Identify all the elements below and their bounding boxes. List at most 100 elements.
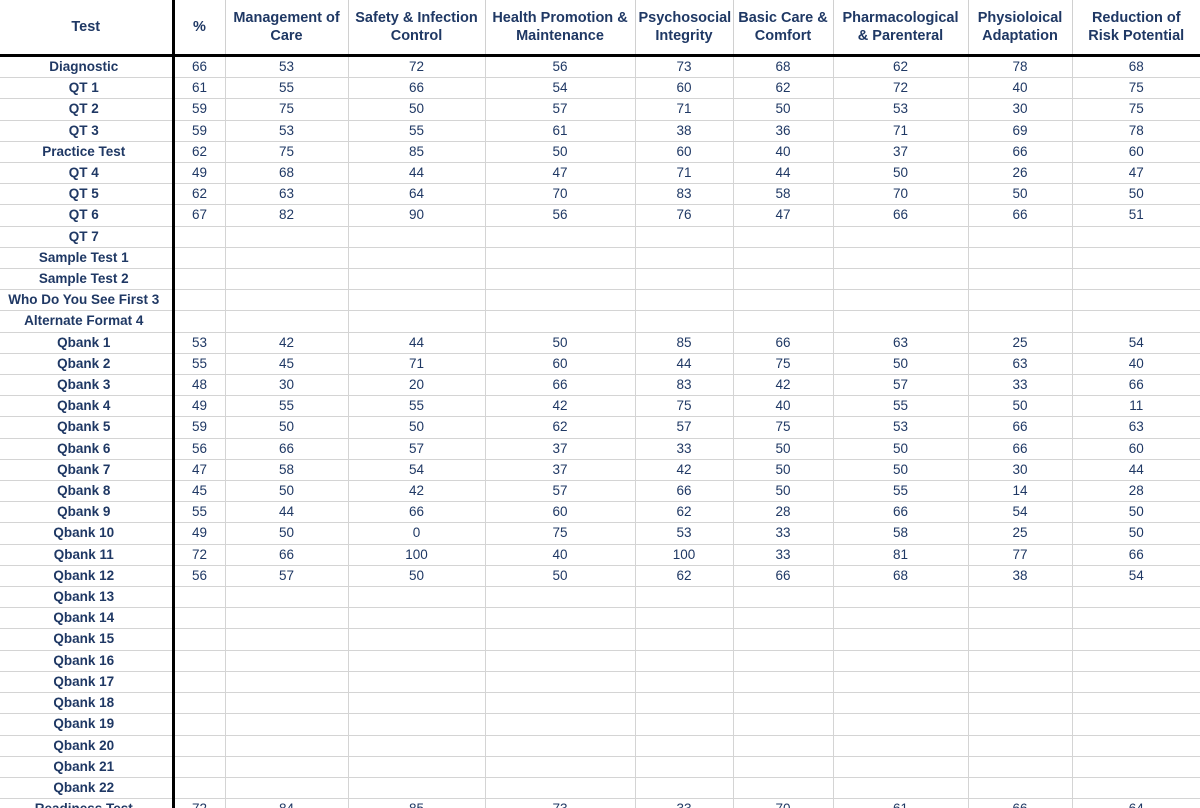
row-label[interactable]: Qbank 8 xyxy=(0,480,175,503)
row-label[interactable]: Qbank 5 xyxy=(0,416,175,439)
score-cell[interactable] xyxy=(635,777,734,800)
score-cell[interactable]: 55 xyxy=(348,120,486,142)
score-cell[interactable] xyxy=(833,671,969,694)
row-label[interactable]: Qbank 15 xyxy=(0,628,175,651)
score-cell[interactable]: 48 xyxy=(173,374,226,397)
score-cell[interactable] xyxy=(485,650,636,672)
score-cell[interactable]: 73 xyxy=(635,55,734,79)
column-header-1[interactable]: % xyxy=(173,0,226,57)
score-cell[interactable]: 57 xyxy=(485,98,636,121)
score-cell[interactable] xyxy=(635,713,734,736)
score-cell[interactable]: 82 xyxy=(225,204,349,227)
score-cell[interactable] xyxy=(485,777,636,800)
score-cell[interactable]: 50 xyxy=(733,459,834,482)
score-cell[interactable]: 63 xyxy=(1072,416,1200,439)
score-cell[interactable]: 61 xyxy=(833,798,969,808)
column-header-6[interactable]: Basic Care & Comfort xyxy=(733,0,834,57)
score-cell[interactable] xyxy=(485,607,636,630)
row-label[interactable]: QT 6 xyxy=(0,204,175,227)
row-label[interactable]: Qbank 18 xyxy=(0,692,175,715)
column-header-3[interactable]: Safety & Infection Control xyxy=(348,0,486,57)
score-cell[interactable] xyxy=(733,289,834,312)
score-cell[interactable]: 38 xyxy=(968,565,1073,588)
score-cell[interactable]: 66 xyxy=(225,438,349,460)
score-cell[interactable]: 47 xyxy=(485,162,636,185)
score-cell[interactable] xyxy=(968,226,1073,248)
score-cell[interactable] xyxy=(485,713,636,736)
score-cell[interactable] xyxy=(173,247,226,270)
row-label[interactable]: Qbank 20 xyxy=(0,735,175,757)
score-cell[interactable]: 47 xyxy=(733,204,834,227)
score-cell[interactable] xyxy=(833,650,969,672)
score-cell[interactable] xyxy=(968,289,1073,312)
score-cell[interactable]: 72 xyxy=(173,798,226,808)
score-cell[interactable] xyxy=(833,247,969,270)
score-cell[interactable]: 72 xyxy=(833,77,969,100)
row-label[interactable]: Qbank 9 xyxy=(0,501,175,524)
score-cell[interactable] xyxy=(833,268,969,291)
score-cell[interactable]: 85 xyxy=(635,332,734,354)
score-cell[interactable]: 66 xyxy=(968,141,1073,164)
score-cell[interactable]: 60 xyxy=(485,353,636,376)
row-label[interactable]: Qbank 7 xyxy=(0,459,175,482)
score-cell[interactable]: 83 xyxy=(635,183,734,206)
score-cell[interactable]: 53 xyxy=(635,522,734,545)
row-label[interactable]: Qbank 14 xyxy=(0,607,175,630)
score-cell[interactable] xyxy=(833,628,969,651)
score-cell[interactable] xyxy=(833,735,969,757)
score-cell[interactable] xyxy=(348,756,486,778)
score-cell[interactable]: 42 xyxy=(225,332,349,354)
score-cell[interactable] xyxy=(485,586,636,609)
score-cell[interactable]: 42 xyxy=(733,374,834,397)
score-cell[interactable] xyxy=(1072,310,1200,333)
row-label[interactable]: QT 2 xyxy=(0,98,175,121)
column-header-2[interactable]: Management of Care xyxy=(225,0,349,57)
score-cell[interactable] xyxy=(1072,586,1200,609)
score-cell[interactable] xyxy=(833,756,969,778)
score-cell[interactable] xyxy=(733,628,834,651)
score-cell[interactable]: 50 xyxy=(733,98,834,121)
score-cell[interactable] xyxy=(733,777,834,800)
score-cell[interactable] xyxy=(733,713,834,736)
score-cell[interactable]: 62 xyxy=(833,55,969,79)
score-cell[interactable]: 53 xyxy=(225,55,349,79)
score-cell[interactable]: 56 xyxy=(485,55,636,79)
row-label[interactable]: Qbank 16 xyxy=(0,650,175,672)
score-cell[interactable] xyxy=(485,628,636,651)
score-cell[interactable]: 50 xyxy=(733,438,834,460)
score-cell[interactable]: 66 xyxy=(348,501,486,524)
score-cell[interactable]: 44 xyxy=(635,353,734,376)
score-cell[interactable] xyxy=(173,650,226,672)
score-cell[interactable] xyxy=(635,289,734,312)
score-cell[interactable] xyxy=(173,713,226,736)
row-label[interactable]: Sample Test 1 xyxy=(0,247,175,270)
score-cell[interactable]: 62 xyxy=(635,501,734,524)
score-cell[interactable]: 66 xyxy=(733,565,834,588)
score-cell[interactable]: 70 xyxy=(733,798,834,808)
score-cell[interactable]: 66 xyxy=(173,55,226,79)
score-cell[interactable]: 66 xyxy=(1072,544,1200,566)
score-cell[interactable] xyxy=(968,310,1073,333)
score-cell[interactable]: 57 xyxy=(225,565,349,588)
score-cell[interactable] xyxy=(833,692,969,715)
score-cell[interactable]: 55 xyxy=(833,480,969,503)
score-cell[interactable] xyxy=(1072,226,1200,248)
score-cell[interactable] xyxy=(485,756,636,778)
score-cell[interactable] xyxy=(635,735,734,757)
score-cell[interactable]: 75 xyxy=(733,353,834,376)
score-cell[interactable] xyxy=(1072,777,1200,800)
score-cell[interactable] xyxy=(733,650,834,672)
score-cell[interactable]: 50 xyxy=(225,416,349,439)
column-header-7[interactable]: Pharmacological & Parenteral xyxy=(833,0,969,57)
score-cell[interactable]: 44 xyxy=(348,162,486,185)
score-cell[interactable] xyxy=(173,268,226,291)
score-cell[interactable]: 33 xyxy=(635,798,734,808)
score-cell[interactable]: 60 xyxy=(635,141,734,164)
score-cell[interactable] xyxy=(733,692,834,715)
score-cell[interactable] xyxy=(485,671,636,694)
score-cell[interactable]: 68 xyxy=(1072,55,1200,79)
score-cell[interactable]: 77 xyxy=(968,544,1073,566)
score-cell[interactable] xyxy=(1072,735,1200,757)
score-cell[interactable] xyxy=(1072,650,1200,672)
score-cell[interactable] xyxy=(968,777,1073,800)
